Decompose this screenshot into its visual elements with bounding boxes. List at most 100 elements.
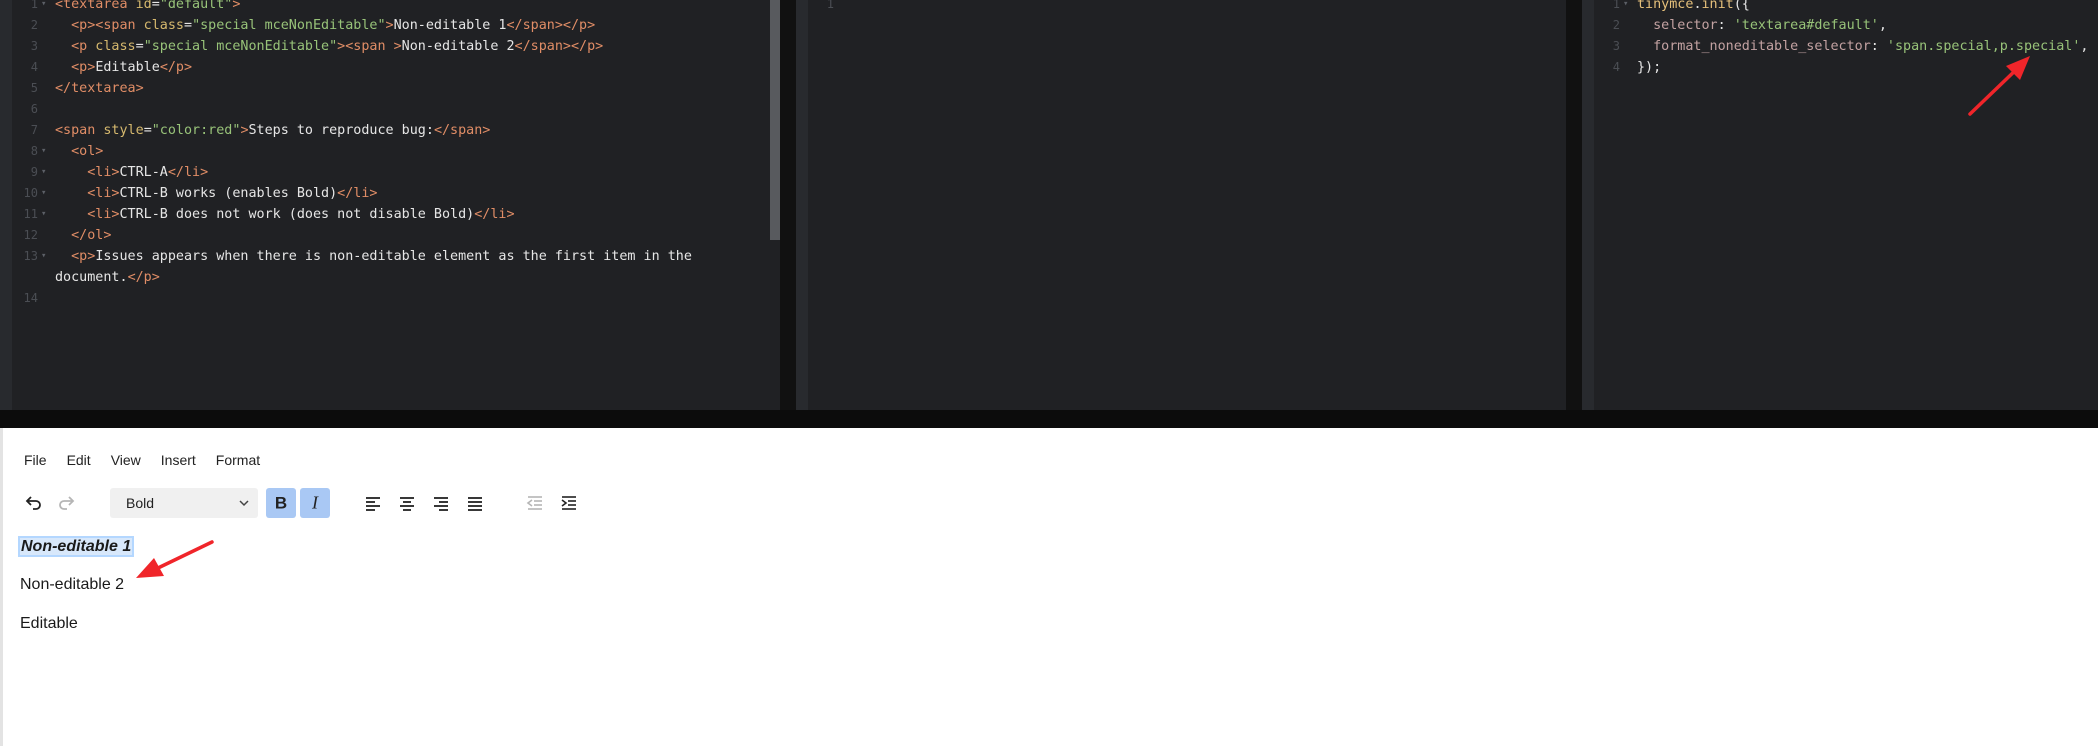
line-number: 12 (23, 228, 38, 242)
css-pane[interactable]: 1 (796, 0, 1566, 410)
non-editable-1-span[interactable]: Non-editable 1 (17, 536, 135, 557)
menu-insert[interactable]: Insert (151, 450, 206, 470)
paragraph-editable[interactable]: Editable (20, 615, 78, 633)
code-token: : (1870, 39, 1887, 54)
fold-caret-icon[interactable]: ▾ (41, 141, 46, 162)
code-token: Steps to reproduce bug: (248, 123, 434, 138)
undo-button[interactable] (18, 488, 48, 518)
align-right-icon (434, 497, 448, 511)
fold-caret-icon[interactable]: ▾ (41, 162, 46, 183)
bold-button[interactable]: B (266, 488, 296, 518)
line-number: 13 (23, 249, 38, 263)
code-text: <ol> (55, 141, 103, 162)
code-line[interactable]: 9 ▾ <li>CTRL-A</li> (12, 162, 780, 183)
code-token: > (240, 123, 249, 138)
editor-left-edge (0, 428, 3, 746)
code-token: <p> (71, 249, 96, 264)
annotation-arrow-code (1968, 56, 2030, 116)
align-left-button[interactable] (358, 488, 388, 518)
code-token: : (1717, 18, 1734, 33)
align-center-button[interactable] (392, 488, 422, 518)
code-line[interactable]: 4 <p>Editable</p> (12, 57, 780, 78)
code-line[interactable]: 11 ▾ <li>CTRL-B does not work (does not d… (12, 204, 780, 225)
align-left-icon (366, 497, 380, 511)
html-pane-scrollbar[interactable] (770, 0, 780, 240)
code-line[interactable]: 2 <p><span class="special mceNonEditable… (12, 15, 780, 36)
svg-text:I: I (311, 493, 319, 513)
indent-icon (561, 496, 576, 510)
code-line[interactable]: 12 </ol> (12, 225, 780, 246)
html-pane[interactable]: 1 ▾ <textarea id="default"> 2 <p><span clas… (0, 0, 780, 410)
fold-caret-icon[interactable]: ▾ (1623, 0, 1628, 15)
code-line[interactable]: 2 selector: 'textarea#default', (1594, 15, 2098, 36)
fold-caret-icon[interactable]: ▾ (41, 183, 46, 204)
css-pane-gutter (796, 0, 808, 410)
paragraph-non-editable-2[interactable]: Non-editable 2 (20, 576, 124, 594)
code-line[interactable]: 14 (12, 288, 780, 309)
italic-button[interactable]: I (300, 488, 330, 518)
code-text: <p>Editable</p> (55, 57, 192, 78)
justify-button[interactable] (460, 488, 490, 518)
menu-format[interactable]: Format (206, 450, 270, 470)
italic-icon: I (311, 493, 319, 513)
code-line[interactable]: 1 (808, 0, 1566, 15)
chevron-down-icon (239, 500, 249, 507)
css-code[interactable]: 1 (808, 0, 1566, 410)
line-number: 11 (23, 207, 38, 221)
line-number: 5 (30, 81, 38, 95)
align-right-button[interactable] (426, 488, 456, 518)
code-line[interactable]: 10 ▾ <li>CTRL-B works (enables Bold)</li> (12, 183, 780, 204)
code-token: </p> (127, 270, 160, 285)
code-token: </textarea> (55, 81, 144, 96)
code-token: Non-editable 1 (393, 18, 507, 33)
redo-button[interactable] (52, 488, 82, 518)
code-token: = (135, 39, 144, 54)
code-line[interactable]: 5 </textarea> (12, 78, 780, 99)
code-line[interactable]: 6 (12, 99, 780, 120)
code-token: <ol> (71, 144, 104, 159)
fold-caret-icon[interactable]: ▾ (41, 246, 46, 267)
code-token: <li> (87, 186, 120, 201)
fold-caret-icon[interactable]: ▾ (41, 204, 46, 225)
code-token: format_noneditable_selector (1653, 39, 1871, 54)
code-line[interactable]: 1 ▾ <textarea id="default"> (12, 0, 780, 15)
paragraph-non-editable-1[interactable]: Non-editable 1 (17, 536, 135, 557)
code-text: selector: 'textarea#default', (1637, 15, 1887, 36)
indent-button[interactable] (554, 488, 584, 518)
code-token: init (1701, 0, 1734, 12)
code-line[interactable]: 13 ▾ <p>Issues appears when there is non-… (12, 246, 780, 267)
svg-text:B: B (275, 494, 287, 513)
menu-view[interactable]: View (101, 450, 151, 470)
code-token: </li> (167, 165, 209, 180)
code-token: = (184, 18, 193, 33)
code-token: ><span > (337, 39, 402, 54)
fold-caret-icon[interactable]: ▾ (41, 0, 46, 15)
menu-file[interactable]: File (14, 450, 57, 470)
code-token: CTRL-B works (enables Bold) (119, 186, 338, 201)
code-token: <span (55, 123, 96, 138)
outdent-button[interactable] (520, 488, 550, 518)
code-token: <p><span (71, 18, 136, 33)
code-line[interactable]: 3 <p class="special mceNonEditable"><spa… (12, 36, 780, 57)
line-number: 6 (30, 102, 38, 116)
code-token: . (1693, 0, 1702, 12)
pane-divider[interactable] (0, 410, 2098, 428)
line-number: 7 (30, 123, 38, 137)
code-token: </li> (337, 186, 378, 201)
code-line[interactable]: document.</p> (12, 267, 780, 288)
line-number: 4 (30, 60, 38, 74)
code-text: <p>Issues appears when there is non-edit… (55, 246, 692, 267)
js-pane[interactable]: 1 ▾ tinymce.init({2 selector: 'textarea#de… (1582, 0, 2098, 410)
block-format-select[interactable]: Bold (110, 488, 258, 518)
html-code[interactable]: 1 ▾ <textarea id="default"> 2 <p><span clas… (12, 0, 780, 410)
menu-edit[interactable]: Edit (57, 450, 101, 470)
code-token: </p> (159, 60, 193, 75)
block-format-value: Bold (126, 495, 155, 511)
code-line[interactable]: 1 ▾ tinymce.init({ (1594, 0, 2098, 15)
code-line[interactable]: 8 ▾ <ol> (12, 141, 780, 162)
code-line[interactable]: 7 <span style="color:red">Steps to reprod… (12, 120, 780, 141)
